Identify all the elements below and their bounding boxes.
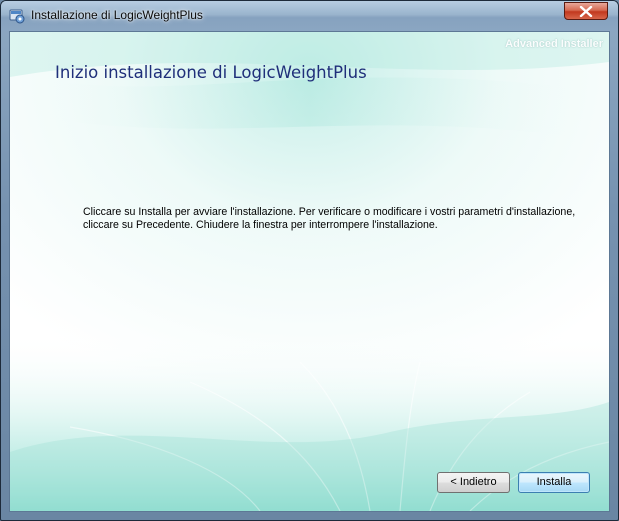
installer-window: Installazione di LogicWeightPlus Advance… [0, 0, 619, 521]
close-icon [579, 6, 593, 17]
brand-watermark: Advanced Installer [505, 38, 603, 50]
background-artwork [10, 32, 609, 511]
instructions-text: Cliccare su Installa per avviare l'insta… [83, 206, 593, 232]
page-title: Inizio installazione di LogicWeightPlus [55, 63, 367, 82]
window-title: Installazione di LogicWeightPlus [31, 8, 203, 22]
title-bar[interactable]: Installazione di LogicWeightPlus [1, 1, 618, 31]
close-button[interactable] [564, 2, 608, 20]
install-button[interactable]: Installa [518, 472, 590, 493]
instructions-line: cliccare su Precedente. Chiudere la fine… [83, 219, 438, 231]
installer-icon [9, 8, 25, 24]
instructions-line: Cliccare su Installa per avviare l'insta… [83, 206, 576, 218]
wizard-content: Advanced Installer Inizio installazione … [9, 31, 610, 512]
back-button[interactable]: < Indietro [437, 472, 510, 493]
